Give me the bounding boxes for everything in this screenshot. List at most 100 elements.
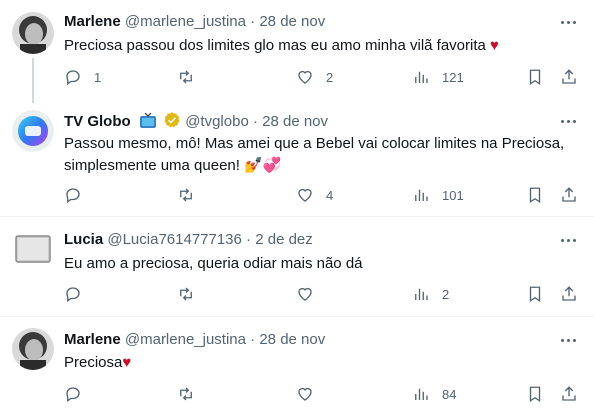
reply-count: 1 xyxy=(94,69,102,85)
tweet-text-content: Eu amo a preciosa, queria odiar mais não… xyxy=(64,255,363,272)
reply-button[interactable] xyxy=(64,285,82,303)
bookmark-button[interactable] xyxy=(526,186,544,204)
retweet-button[interactable] xyxy=(177,68,195,86)
views-count: 84 xyxy=(442,386,457,402)
tweet[interactable]: TV Globo @tvglobo · 28 de nov Passou mes… xyxy=(0,101,594,217)
like-icon xyxy=(298,188,312,202)
tweet-actions: 2 xyxy=(64,285,584,305)
retweet-button[interactable] xyxy=(177,385,195,403)
bookmark-icon xyxy=(529,69,541,86)
heart-emoji: ♥ xyxy=(122,354,132,371)
views-icon xyxy=(415,388,428,400)
retweet-button[interactable] xyxy=(177,285,195,303)
views-button[interactable]: 121 xyxy=(412,68,464,86)
tweet-text: Preciosa passou dos limites glo mas eu a… xyxy=(64,35,584,57)
separator: · xyxy=(246,231,252,248)
views-count: 101 xyxy=(442,187,464,203)
like-button[interactable] xyxy=(296,285,314,303)
separator: · xyxy=(250,13,256,30)
tweet-text-line: simplesmente uma queen! 💅💞 xyxy=(64,157,282,174)
retweet-icon xyxy=(180,387,192,401)
timestamp[interactable]: 28 de nov xyxy=(262,113,328,130)
share-button[interactable] xyxy=(560,186,578,204)
bookmark-icon xyxy=(529,386,541,403)
share-icon xyxy=(562,386,576,401)
bookmark-button[interactable] xyxy=(526,285,544,303)
bookmark-icon xyxy=(529,286,541,303)
separator: · xyxy=(252,113,258,130)
tv-emoji-icon xyxy=(139,113,156,128)
tweet-text: Eu amo a preciosa, queria odiar mais não… xyxy=(64,253,584,275)
views-count: 2 xyxy=(442,286,450,302)
like-count: 4 xyxy=(326,187,334,203)
share-icon xyxy=(562,69,576,84)
tweet-header: Marlene @marlene_justina · 28 de nov xyxy=(64,330,325,350)
bookmark-button[interactable] xyxy=(526,385,544,403)
views-button[interactable]: 2 xyxy=(412,285,449,303)
avatar[interactable] xyxy=(15,232,55,268)
avatar[interactable] xyxy=(12,110,54,152)
user-handle[interactable]: @marlene_justina xyxy=(125,331,246,348)
avatar[interactable] xyxy=(12,328,54,370)
like-button[interactable] xyxy=(296,385,314,403)
avatar[interactable] xyxy=(12,12,54,54)
like-icon xyxy=(298,287,312,301)
like-count: 2 xyxy=(326,69,334,85)
more-icon[interactable] xyxy=(558,111,578,131)
verified-icon[interactable] xyxy=(163,111,181,129)
bookmark-button[interactable] xyxy=(526,68,544,86)
retweet-icon xyxy=(180,188,192,202)
timestamp[interactable]: 28 de nov xyxy=(259,331,325,348)
retweet-icon xyxy=(180,287,192,301)
more-icon[interactable] xyxy=(558,12,578,32)
tweet-actions: 1 2 121 xyxy=(64,68,584,88)
display-name[interactable]: Lucia xyxy=(64,231,103,248)
separator: · xyxy=(250,331,256,348)
share-button[interactable] xyxy=(560,68,578,86)
display-name[interactable]: Marlene xyxy=(64,13,121,30)
share-button[interactable] xyxy=(560,285,578,303)
user-handle[interactable]: @tvglobo xyxy=(185,113,249,130)
tweet-header: TV Globo @tvglobo · 28 de nov xyxy=(64,111,328,132)
user-handle[interactable]: @marlene_justina xyxy=(125,13,246,30)
heart-emoji: ♥ xyxy=(490,37,499,54)
reply-icon xyxy=(66,188,80,204)
retweet-button[interactable] xyxy=(177,186,195,204)
more-icon[interactable] xyxy=(558,230,578,250)
tweet-text: Preciosa♥ xyxy=(64,352,584,374)
views-count: 121 xyxy=(442,69,464,85)
like-icon xyxy=(298,387,312,401)
display-name[interactable]: Marlene xyxy=(64,331,121,348)
tweet-text-content: Preciosa passou dos limites glo mas eu a… xyxy=(64,37,486,54)
like-button[interactable]: 4 xyxy=(296,186,333,204)
tweet-text: Passou mesmo, mô! Mas amei que a Bebel v… xyxy=(64,133,584,177)
user-handle[interactable]: @Lucia7614777136 xyxy=(107,231,242,248)
reply-icon xyxy=(66,70,80,86)
share-button[interactable] xyxy=(560,385,578,403)
views-button[interactable]: 84 xyxy=(412,385,456,403)
views-icon xyxy=(415,189,428,201)
tweet[interactable]: Marlene @marlene_justina · 28 de nov Pre… xyxy=(0,317,594,411)
reply-button[interactable] xyxy=(64,385,82,403)
reply-button[interactable]: 1 xyxy=(64,68,101,86)
tweet[interactable]: Marlene @marlene_justina · 28 de nov Pre… xyxy=(0,0,594,103)
more-icon[interactable] xyxy=(558,330,578,350)
views-button[interactable]: 101 xyxy=(412,186,464,204)
tweet[interactable]: Lucia @Lucia7614777136 · 2 de dez Eu amo… xyxy=(0,217,594,317)
like-button[interactable]: 2 xyxy=(296,68,333,86)
reply-icon xyxy=(66,287,80,303)
views-icon xyxy=(415,288,428,300)
tweet-header: Marlene @marlene_justina · 28 de nov xyxy=(64,12,325,32)
timestamp[interactable]: 2 de dez xyxy=(255,231,313,248)
reply-icon xyxy=(66,387,80,403)
tweet-header: Lucia @Lucia7614777136 · 2 de dez xyxy=(64,230,313,250)
retweet-icon xyxy=(180,70,192,84)
reply-button[interactable] xyxy=(64,186,82,204)
tweet-text-content: Preciosa xyxy=(64,354,123,371)
thread-line xyxy=(32,58,34,103)
like-icon xyxy=(298,70,312,84)
tweet-text-line: Passou mesmo, mô! Mas amei que a Bebel v… xyxy=(64,135,565,152)
bookmark-icon xyxy=(529,187,541,204)
display-name[interactable]: TV Globo xyxy=(64,113,131,130)
timestamp[interactable]: 28 de nov xyxy=(259,13,325,30)
